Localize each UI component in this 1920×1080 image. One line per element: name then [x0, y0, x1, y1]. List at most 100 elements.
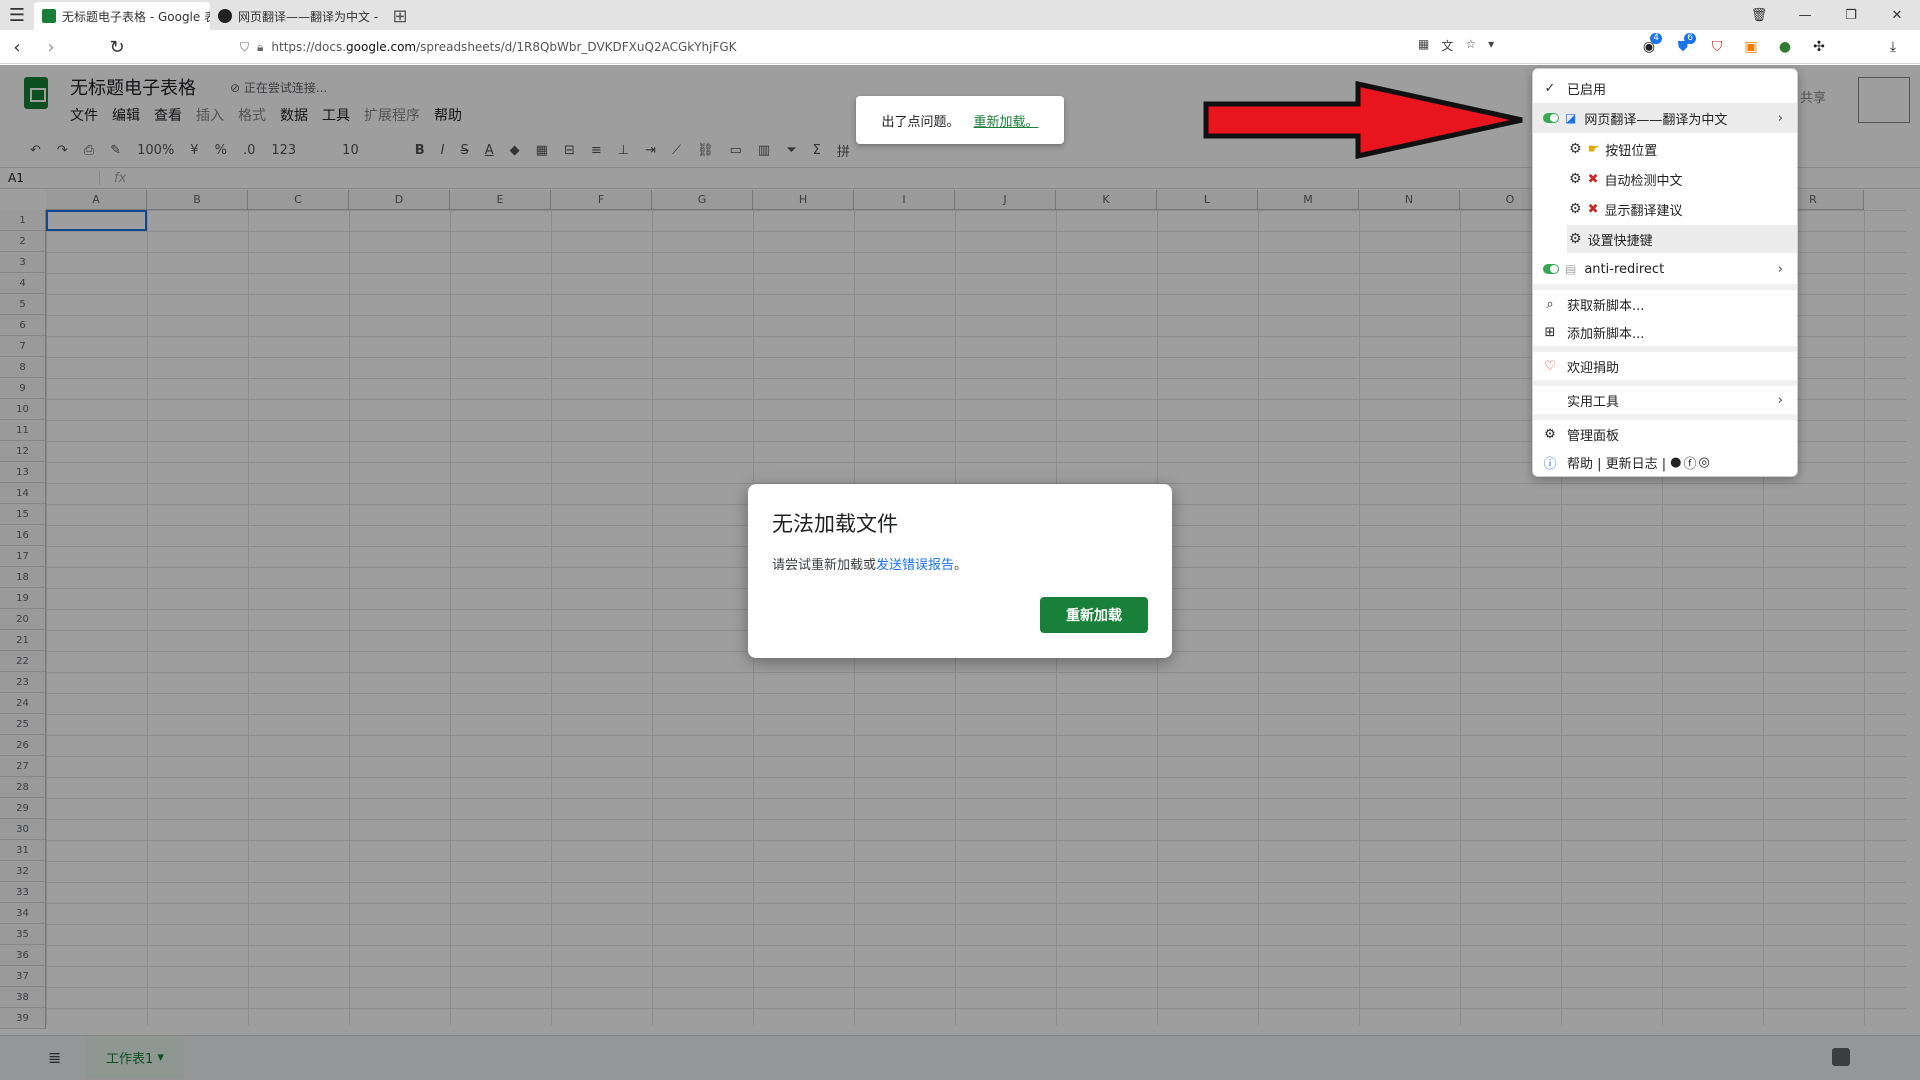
trash-icon[interactable]: 🗑: [1736, 0, 1782, 30]
github-icon[interactable]: ●: [1670, 455, 1681, 470]
check-icon: ✓: [1544, 80, 1556, 96]
dialog-body-suffix: 。: [954, 558, 968, 573]
address-bar[interactable]: ⛉ 🔒︎ https://docs. google.com/spreadsheet…: [240, 35, 1510, 59]
extension-bar: ◉ 4 ⛊ 6 ⛉ ▣ ● ✣ ⤓: [1636, 33, 1920, 59]
back-icon[interactable]: ‹: [4, 35, 30, 59]
hamburger-menu-icon[interactable]: ☰: [0, 0, 34, 30]
dashboard-label: 管理面板: [1567, 428, 1620, 444]
url-domain: google.com: [346, 40, 417, 54]
search-icon: ⌕: [1546, 296, 1554, 312]
donate-item[interactable]: ♡ 欢迎捐助: [1533, 353, 1797, 379]
gears-icon: ⚙: [1569, 141, 1582, 157]
send-report-link[interactable]: 发送错误报告: [876, 558, 954, 573]
shield-blue-icon[interactable]: ⛊ 6: [1670, 33, 1696, 59]
globe-favicon-icon: [218, 9, 232, 23]
script-item-anti-redirect[interactable]: ▤ anti-redirect ›: [1533, 255, 1797, 283]
close-icon[interactable]: ✕: [1874, 0, 1920, 30]
window-controls: 🗑 — ❐ ✕: [1736, 0, 1920, 30]
instagram-icon[interactable]: ◎: [1699, 455, 1710, 470]
menu-separator: [1533, 380, 1797, 386]
browser-nav-bar: ‹ › ↻ ⛉ 🔒︎ https://docs. google.com/sprea…: [0, 30, 1920, 64]
script-toggle-icon[interactable]: [1543, 113, 1559, 123]
forward-icon[interactable]: ›: [38, 35, 64, 59]
puzzle-icon[interactable]: ✣: [1806, 35, 1832, 59]
dropdown-icon[interactable]: ▾: [1488, 37, 1494, 54]
dashboard-item[interactable]: ⚙ 管理面板: [1533, 421, 1797, 447]
minimize-icon[interactable]: —: [1782, 0, 1828, 30]
error-dialog: 无法加载文件 请尝试重新加载或发送错误报告。 重新加载: [748, 484, 1172, 658]
ext-badge: 6: [1684, 33, 1696, 44]
submenu-label: 自动检测中文: [1604, 173, 1683, 189]
url-prefix: https://docs.: [271, 40, 347, 54]
download-icon[interactable]: ⤓: [1880, 35, 1906, 59]
x-icon: ✖: [1587, 201, 1599, 217]
error-toast: 出了点问题。 重新加载。: [856, 96, 1064, 144]
help-label: 帮助 | 更新日志 |: [1567, 456, 1667, 472]
help-item[interactable]: ⓘ 帮助 | 更新日志 | ● ⓕ ◎: [1533, 449, 1797, 475]
x-icon: ✖: [1587, 171, 1599, 187]
script-toggle-icon[interactable]: [1543, 264, 1559, 274]
ublock-icon[interactable]: ⛉: [1704, 35, 1730, 59]
tab-sheets[interactable]: 无标题电子表格 - Google 表: [34, 2, 210, 30]
bookmark-icon[interactable]: ☆: [1465, 37, 1476, 54]
earth-icon[interactable]: ●: [1772, 35, 1798, 59]
toast-message: 出了点问题。: [881, 114, 960, 130]
gear-icon: ⚙: [1544, 426, 1556, 442]
shield-icon: ⛉: [240, 39, 250, 54]
url-tools: ▦ 文 ☆ ▾: [1418, 37, 1494, 54]
submenu-button-position[interactable]: ⚙ ☛ 按钮位置: [1567, 135, 1797, 163]
browser-tab-bar: ☰ 无标题电子表格 - Google 表 网页翻译——翻译为中文 - ⊞ 🗑 —…: [0, 0, 1920, 30]
script-name: anti-redirect: [1584, 261, 1665, 277]
chevron-right-icon: ›: [1777, 261, 1783, 277]
reload-icon[interactable]: ↻: [104, 35, 130, 59]
reload-button[interactable]: 重新加载: [1040, 597, 1148, 633]
ext-badge: 4: [1650, 33, 1662, 44]
info-icon: ⓘ: [1543, 456, 1557, 472]
get-new-scripts[interactable]: ⌕ 获取新脚本...: [1533, 291, 1797, 317]
tab-title: 网页翻译——翻译为中文 -: [238, 9, 379, 24]
script-icon: ◪: [1565, 111, 1577, 125]
add-script-label: 添加新脚本...: [1567, 326, 1645, 342]
gears-icon: ⚙: [1569, 231, 1582, 247]
tampermonkey-icon[interactable]: ◉ 4: [1636, 33, 1662, 59]
dialog-body-prefix: 请尝试重新加载或: [772, 558, 877, 573]
sheets-favicon-icon: [42, 9, 56, 23]
submenu-label: 按钮位置: [1605, 143, 1658, 159]
toast-reload-link[interactable]: 重新加载。: [974, 111, 1039, 130]
tab-translate-script[interactable]: 网页翻译——翻译为中文 -: [210, 2, 386, 30]
utilities-item[interactable]: 实用工具 ›: [1533, 387, 1797, 413]
chevron-right-icon: ›: [1777, 392, 1783, 408]
translate-icon[interactable]: ▣: [1738, 35, 1764, 59]
enabled-label: 已启用: [1567, 82, 1607, 98]
add-new-script[interactable]: ⊞ 添加新脚本...: [1533, 319, 1797, 345]
gears-icon: ⚙: [1569, 201, 1582, 217]
new-tab-icon[interactable]: ⊞: [386, 2, 414, 30]
menu-separator: [1533, 414, 1797, 420]
dialog-body: 请尝试重新加载或发送错误报告。: [772, 554, 967, 573]
get-scripts-label: 获取新脚本...: [1567, 298, 1645, 314]
hand-icon: ☛: [1587, 141, 1600, 157]
menu-separator: [1533, 346, 1797, 352]
dialog-title: 无法加载文件: [772, 512, 898, 536]
utilities-label: 实用工具: [1567, 394, 1620, 410]
plus-box-icon: ⊞: [1544, 324, 1556, 340]
facebook-icon[interactable]: ⓕ: [1684, 453, 1697, 472]
lock-icon: 🔒︎: [257, 39, 264, 54]
chevron-right-icon: ›: [1777, 110, 1783, 126]
script-name: 网页翻译——翻译为中文: [1584, 112, 1728, 128]
enabled-toggle[interactable]: ✓ 已启用: [1533, 75, 1797, 101]
tampermonkey-menu: ✓ 已启用 ◪ 网页翻译——翻译为中文 › ⚙ ☛ 按钮位置 ⚙ ✖ 自动检测中…: [1532, 68, 1798, 477]
restore-icon[interactable]: ❐: [1828, 0, 1874, 30]
translate-page-icon[interactable]: 文: [1441, 37, 1453, 54]
submenu-auto-detect[interactable]: ⚙ ✖ 自动检测中文: [1567, 165, 1797, 193]
script-icon: ▤: [1565, 262, 1577, 276]
qr-code-icon[interactable]: ▦: [1418, 37, 1429, 54]
menu-separator: [1533, 284, 1797, 290]
script-item-translate[interactable]: ◪ 网页翻译——翻译为中文 ›: [1533, 103, 1797, 133]
url-path: /spreadsheets/d/1R8QbWbr_DVKDFXuQ2ACGkYh…: [416, 40, 737, 54]
submenu-shortcut[interactable]: ⚙ 设置快捷键: [1567, 225, 1797, 253]
submenu-show-suggestions[interactable]: ⚙ ✖ 显示翻译建议: [1567, 195, 1797, 223]
gears-icon: ⚙: [1569, 171, 1582, 187]
tab-title: 无标题电子表格 - Google 表: [62, 9, 210, 24]
red-arrow-annotation: [1203, 80, 1523, 160]
